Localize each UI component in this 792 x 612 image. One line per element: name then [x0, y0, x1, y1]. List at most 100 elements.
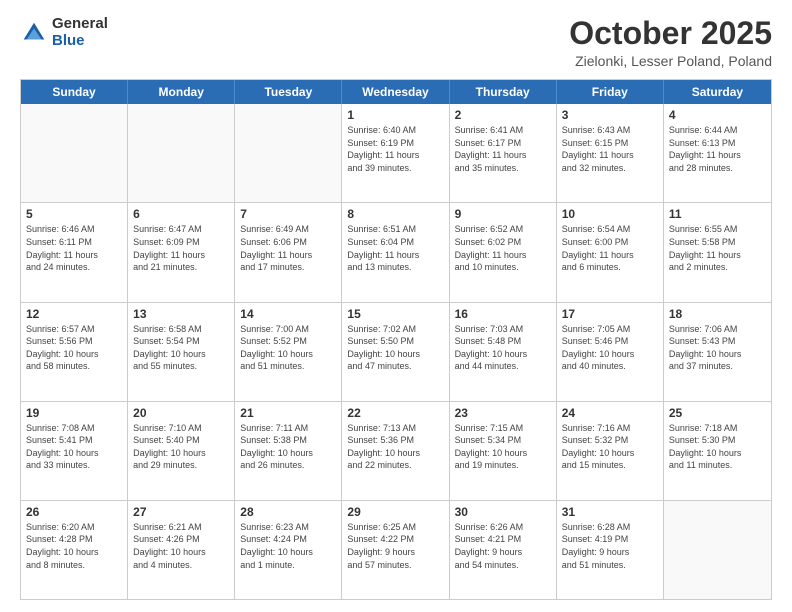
title-block: October 2025 Zielonki, Lesser Poland, Po… [569, 16, 772, 69]
day-cell-25: 25 Sunrise: 7:18 AM Sunset: 5:30 PM Dayli… [664, 402, 771, 500]
day-number: 13 [133, 307, 229, 321]
day-info: Sunrise: 6:52 AM Sunset: 6:02 PM Dayligh… [455, 223, 551, 273]
header-day-tuesday: Tuesday [235, 80, 342, 104]
header-day-wednesday: Wednesday [342, 80, 449, 104]
logo-text: General Blue [52, 16, 108, 49]
page: General Blue October 2025 Zielonki, Less… [0, 0, 792, 612]
day-cell-6: 6Sunrise: 6:47 AM Sunset: 6:09 PM Daylig… [128, 203, 235, 301]
empty-cell [21, 104, 128, 202]
day-info: Sunrise: 6:58 AM Sunset: 5:54 PM Dayligh… [133, 323, 229, 373]
day-cell-10: 10Sunrise: 6:54 AM Sunset: 6:00 PM Dayli… [557, 203, 664, 301]
day-info: Sunrise: 7:02 AM Sunset: 5:50 PM Dayligh… [347, 323, 443, 373]
day-number: 26 [26, 505, 122, 519]
day-info: Sunrise: 7:10 AM Sunset: 5:40 PM Dayligh… [133, 422, 229, 472]
day-info: Sunrise: 7:18 AM Sunset: 5:30 PM Dayligh… [669, 422, 766, 472]
calendar-row-2: 5 Sunrise: 6:46 AM Sunset: 6:11 PM Daylig… [21, 202, 771, 301]
day-cell-11: 11Sunrise: 6:55 AM Sunset: 5:58 PM Dayli… [664, 203, 771, 301]
day-cell-23: 23 Sunrise: 7:15 AM Sunset: 5:34 PM Dayli… [450, 402, 557, 500]
calendar-row-1: 1 Sunrise: 6:40 AM Sunset: 6:19 PM Daylig… [21, 104, 771, 202]
location: Zielonki, Lesser Poland, Poland [569, 53, 772, 69]
empty-cell [664, 501, 771, 599]
day-number: 23 [455, 406, 551, 420]
day-cell-20: 20 Sunrise: 7:10 AM Sunset: 5:40 PM Dayli… [128, 402, 235, 500]
day-info: Sunrise: 6:49 AM Sunset: 6:06 PM Dayligh… [240, 223, 336, 273]
day-number: 19 [26, 406, 122, 420]
day-info: Sunrise: 6:28 AM Sunset: 4:19 PM Dayligh… [562, 521, 658, 571]
day-number: 24 [562, 406, 658, 420]
day-info: Sunrise: 6:54 AM Sunset: 6:00 PM Dayligh… [562, 223, 658, 273]
header-day-monday: Monday [128, 80, 235, 104]
day-info: Sunrise: 6:41 AM Sunset: 6:17 PM Dayligh… [455, 124, 551, 174]
day-info: Sunrise: 6:46 AM Sunset: 6:11 PM Dayligh… [26, 223, 122, 273]
day-cell-17: 17Sunrise: 7:05 AM Sunset: 5:46 PM Dayli… [557, 303, 664, 401]
day-number: 12 [26, 307, 122, 321]
day-number: 25 [669, 406, 766, 420]
day-info: Sunrise: 6:20 AM Sunset: 4:28 PM Dayligh… [26, 521, 122, 571]
day-cell-14: 14Sunrise: 7:00 AM Sunset: 5:52 PM Dayli… [235, 303, 342, 401]
logo: General Blue [20, 16, 108, 49]
day-cell-8: 8Sunrise: 6:51 AM Sunset: 6:04 PM Daylig… [342, 203, 449, 301]
day-number: 2 [455, 108, 551, 122]
day-number: 17 [562, 307, 658, 321]
day-info: Sunrise: 7:06 AM Sunset: 5:43 PM Dayligh… [669, 323, 766, 373]
day-number: 11 [669, 207, 766, 221]
month-title: October 2025 [569, 16, 772, 51]
day-number: 14 [240, 307, 336, 321]
day-info: Sunrise: 7:03 AM Sunset: 5:48 PM Dayligh… [455, 323, 551, 373]
day-info: Sunrise: 7:08 AM Sunset: 5:41 PM Dayligh… [26, 422, 122, 472]
day-info: Sunrise: 6:57 AM Sunset: 5:56 PM Dayligh… [26, 323, 122, 373]
header-day-friday: Friday [557, 80, 664, 104]
calendar-row-4: 19 Sunrise: 7:08 AM Sunset: 5:41 PM Dayli… [21, 401, 771, 500]
day-number: 21 [240, 406, 336, 420]
day-cell-15: 15 Sunrise: 7:02 AM Sunset: 5:50 PM Dayli… [342, 303, 449, 401]
day-cell-24: 24 Sunrise: 7:16 AM Sunset: 5:32 PM Dayli… [557, 402, 664, 500]
day-number: 16 [455, 307, 551, 321]
day-number: 27 [133, 505, 229, 519]
day-cell-4: 4Sunrise: 6:44 AM Sunset: 6:13 PM Daylig… [664, 104, 771, 202]
calendar-body: 1 Sunrise: 6:40 AM Sunset: 6:19 PM Daylig… [21, 104, 771, 599]
day-info: Sunrise: 6:21 AM Sunset: 4:26 PM Dayligh… [133, 521, 229, 571]
day-cell-12: 12 Sunrise: 6:57 AM Sunset: 5:56 PM Dayli… [21, 303, 128, 401]
day-info: Sunrise: 6:47 AM Sunset: 6:09 PM Dayligh… [133, 223, 229, 273]
day-number: 20 [133, 406, 229, 420]
header: General Blue October 2025 Zielonki, Less… [20, 16, 772, 69]
day-number: 15 [347, 307, 443, 321]
day-cell-19: 19 Sunrise: 7:08 AM Sunset: 5:41 PM Dayli… [21, 402, 128, 500]
calendar-row-3: 12 Sunrise: 6:57 AM Sunset: 5:56 PM Dayli… [21, 302, 771, 401]
day-cell-13: 13 Sunrise: 6:58 AM Sunset: 5:54 PM Dayli… [128, 303, 235, 401]
day-cell-26: 26 Sunrise: 6:20 AM Sunset: 4:28 PM Dayli… [21, 501, 128, 599]
day-info: Sunrise: 6:40 AM Sunset: 6:19 PM Dayligh… [347, 124, 443, 174]
day-cell-21: 21Sunrise: 7:11 AM Sunset: 5:38 PM Dayli… [235, 402, 342, 500]
day-cell-27: 27 Sunrise: 6:21 AM Sunset: 4:26 PM Dayli… [128, 501, 235, 599]
day-number: 22 [347, 406, 443, 420]
day-info: Sunrise: 6:43 AM Sunset: 6:15 PM Dayligh… [562, 124, 658, 174]
day-number: 30 [455, 505, 551, 519]
day-cell-9: 9 Sunrise: 6:52 AM Sunset: 6:02 PM Daylig… [450, 203, 557, 301]
day-cell-16: 16 Sunrise: 7:03 AM Sunset: 5:48 PM Dayli… [450, 303, 557, 401]
day-cell-3: 3Sunrise: 6:43 AM Sunset: 6:15 PM Daylig… [557, 104, 664, 202]
empty-cell [128, 104, 235, 202]
header-day-sunday: Sunday [21, 80, 128, 104]
logo-icon [20, 19, 48, 47]
header-day-thursday: Thursday [450, 80, 557, 104]
day-number: 8 [347, 207, 443, 221]
day-info: Sunrise: 6:23 AM Sunset: 4:24 PM Dayligh… [240, 521, 336, 571]
empty-cell [235, 104, 342, 202]
day-cell-1: 1 Sunrise: 6:40 AM Sunset: 6:19 PM Daylig… [342, 104, 449, 202]
day-info: Sunrise: 6:26 AM Sunset: 4:21 PM Dayligh… [455, 521, 551, 571]
day-number: 7 [240, 207, 336, 221]
day-info: Sunrise: 6:44 AM Sunset: 6:13 PM Dayligh… [669, 124, 766, 174]
day-info: Sunrise: 7:15 AM Sunset: 5:34 PM Dayligh… [455, 422, 551, 472]
day-cell-22: 22Sunrise: 7:13 AM Sunset: 5:36 PM Dayli… [342, 402, 449, 500]
day-number: 9 [455, 207, 551, 221]
logo-blue-text: Blue [52, 33, 108, 50]
logo-general-text: General [52, 16, 108, 33]
day-cell-29: 29Sunrise: 6:25 AM Sunset: 4:22 PM Dayli… [342, 501, 449, 599]
day-number: 28 [240, 505, 336, 519]
day-number: 1 [347, 108, 443, 122]
day-cell-2: 2 Sunrise: 6:41 AM Sunset: 6:17 PM Daylig… [450, 104, 557, 202]
day-number: 5 [26, 207, 122, 221]
day-info: Sunrise: 7:16 AM Sunset: 5:32 PM Dayligh… [562, 422, 658, 472]
calendar: SundayMondayTuesdayWednesdayThursdayFrid… [20, 79, 772, 600]
day-cell-31: 31Sunrise: 6:28 AM Sunset: 4:19 PM Dayli… [557, 501, 664, 599]
